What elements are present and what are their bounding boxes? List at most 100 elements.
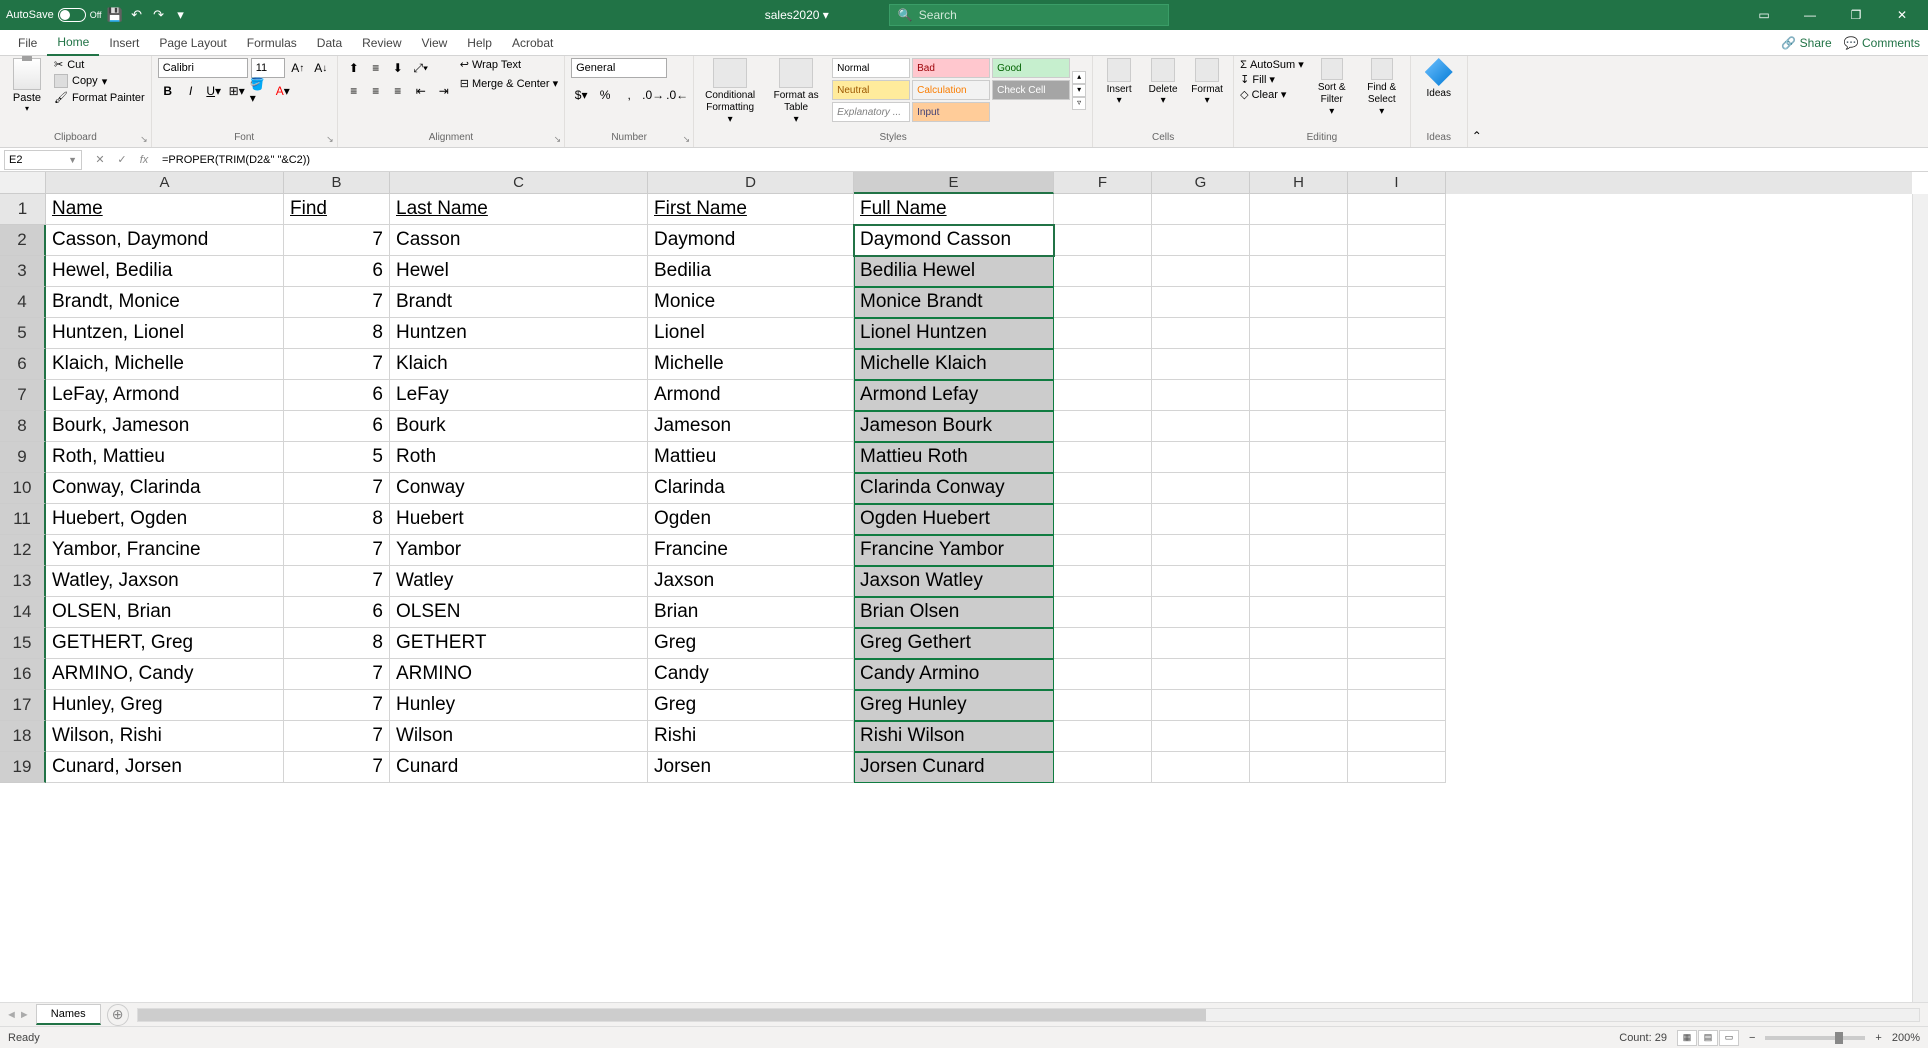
tab-insert[interactable]: Insert [99, 30, 149, 56]
sort-filter-button[interactable]: Sort & Filter▾ [1310, 58, 1354, 118]
cell-H8[interactable] [1250, 411, 1348, 442]
cell-H5[interactable] [1250, 318, 1348, 349]
cell-G16[interactable] [1152, 659, 1250, 690]
cell-I17[interactable] [1348, 690, 1446, 721]
row-header[interactable]: 3 [0, 256, 46, 287]
cell-D3[interactable]: Bedilia [648, 256, 854, 287]
style-check-cell[interactable]: Check Cell [992, 80, 1070, 100]
cell-E13[interactable]: Jaxson Watley [854, 566, 1054, 597]
cell-D12[interactable]: Francine [648, 535, 854, 566]
format-cells-button[interactable]: Format▾ [1187, 58, 1227, 106]
maximize-icon[interactable]: ❐ [1836, 3, 1876, 27]
cell-C12[interactable]: Yambor [390, 535, 648, 566]
cell-C3[interactable]: Hewel [390, 256, 648, 287]
cell-E16[interactable]: Candy Armino [854, 659, 1054, 690]
cell-B8[interactable]: 6 [284, 411, 390, 442]
cell-D17[interactable]: Greg [648, 690, 854, 721]
cell-B14[interactable]: 6 [284, 597, 390, 628]
cell-D1[interactable]: First Name [648, 194, 854, 225]
col-header-E[interactable]: E [854, 172, 1054, 194]
cell-D13[interactable]: Jaxson [648, 566, 854, 597]
zoom-level[interactable]: 200% [1892, 1032, 1920, 1044]
align-middle-button[interactable]: ≡ [366, 58, 386, 78]
cell-I11[interactable] [1348, 504, 1446, 535]
cell-F10[interactable] [1054, 473, 1152, 504]
increase-indent-button[interactable]: ⇥ [434, 81, 454, 101]
percent-format-button[interactable]: % [595, 85, 615, 105]
cell-D10[interactable]: Clarinda [648, 473, 854, 504]
cell-B18[interactable]: 7 [284, 721, 390, 752]
vertical-scrollbar[interactable] [1912, 194, 1928, 1002]
close-icon[interactable]: ✕ [1882, 3, 1922, 27]
cell-E4[interactable]: Monice Brandt [854, 287, 1054, 318]
cell-H11[interactable] [1250, 504, 1348, 535]
cell-A2[interactable]: Casson, Daymond [46, 225, 284, 256]
page-break-view-button[interactable]: ▭ [1719, 1030, 1739, 1046]
cell-I5[interactable] [1348, 318, 1446, 349]
cells-area[interactable]: NameFindLast NameFirst NameFull NameCass… [46, 194, 1912, 1002]
cell-D9[interactable]: Mattieu [648, 442, 854, 473]
style-bad[interactable]: Bad [912, 58, 990, 78]
add-sheet-button[interactable]: ⊕ [107, 1004, 129, 1026]
col-header-F[interactable]: F [1054, 172, 1152, 194]
autosum-button[interactable]: ΣAutoSum ▾ [1240, 58, 1304, 71]
wrap-text-button[interactable]: ↩Wrap Text [460, 58, 558, 71]
cell-C13[interactable]: Watley [390, 566, 648, 597]
conditional-formatting-button[interactable]: Conditional Formatting▾ [700, 58, 760, 126]
bold-button[interactable]: B [158, 81, 178, 101]
row-header[interactable]: 17 [0, 690, 46, 721]
row-header[interactable]: 4 [0, 287, 46, 318]
cell-B13[interactable]: 7 [284, 566, 390, 597]
gallery-more-icon[interactable]: ▿ [1072, 97, 1086, 110]
cell-I14[interactable] [1348, 597, 1446, 628]
tab-home[interactable]: Home [47, 30, 99, 56]
cell-A4[interactable]: Brandt, Monice [46, 287, 284, 318]
cell-A10[interactable]: Conway, Clarinda [46, 473, 284, 504]
cell-C19[interactable]: Cunard [390, 752, 648, 783]
cell-G17[interactable] [1152, 690, 1250, 721]
cell-E3[interactable]: Bedilia Hewel [854, 256, 1054, 287]
row-header[interactable]: 9 [0, 442, 46, 473]
horizontal-scrollbar[interactable] [137, 1008, 1920, 1022]
cell-B12[interactable]: 7 [284, 535, 390, 566]
italic-button[interactable]: I [181, 81, 201, 101]
cell-I1[interactable] [1348, 194, 1446, 225]
cell-C9[interactable]: Roth [390, 442, 648, 473]
cell-C5[interactable]: Huntzen [390, 318, 648, 349]
cell-E18[interactable]: Rishi Wilson [854, 721, 1054, 752]
zoom-slider[interactable] [1765, 1036, 1865, 1040]
cell-E8[interactable]: Jameson Bourk [854, 411, 1054, 442]
row-header[interactable]: 5 [0, 318, 46, 349]
cell-F4[interactable] [1054, 287, 1152, 318]
cell-I7[interactable] [1348, 380, 1446, 411]
cell-A8[interactable]: Bourk, Jameson [46, 411, 284, 442]
tab-review[interactable]: Review [352, 30, 411, 56]
dialog-launcher-icon[interactable]: ↘ [326, 134, 334, 145]
cell-H15[interactable] [1250, 628, 1348, 659]
align-left-button[interactable]: ≡ [344, 81, 364, 101]
cell-F17[interactable] [1054, 690, 1152, 721]
cell-B16[interactable]: 7 [284, 659, 390, 690]
col-header-H[interactable]: H [1250, 172, 1348, 194]
cell-A17[interactable]: Hunley, Greg [46, 690, 284, 721]
cell-B17[interactable]: 7 [284, 690, 390, 721]
cell-I2[interactable] [1348, 225, 1446, 256]
tab-prev-icon[interactable]: ◄ [6, 1009, 17, 1021]
cell-E17[interactable]: Greg Hunley [854, 690, 1054, 721]
delete-cells-button[interactable]: Delete▾ [1143, 58, 1183, 106]
increase-font-button[interactable]: A↑ [288, 58, 308, 78]
style-explanatory[interactable]: Explanatory ... [832, 102, 910, 122]
name-box[interactable]: E2▼ [4, 150, 82, 170]
zoom-out-button[interactable]: − [1749, 1032, 1755, 1044]
cell-A12[interactable]: Yambor, Francine [46, 535, 284, 566]
cell-G4[interactable] [1152, 287, 1250, 318]
cell-B4[interactable]: 7 [284, 287, 390, 318]
save-icon[interactable]: 💾 [106, 6, 124, 24]
cell-D4[interactable]: Monice [648, 287, 854, 318]
col-header-D[interactable]: D [648, 172, 854, 194]
cut-button[interactable]: ✂Cut [54, 58, 145, 71]
cell-C18[interactable]: Wilson [390, 721, 648, 752]
cell-G14[interactable] [1152, 597, 1250, 628]
row-header[interactable]: 6 [0, 349, 46, 380]
font-name-select[interactable] [158, 58, 248, 78]
